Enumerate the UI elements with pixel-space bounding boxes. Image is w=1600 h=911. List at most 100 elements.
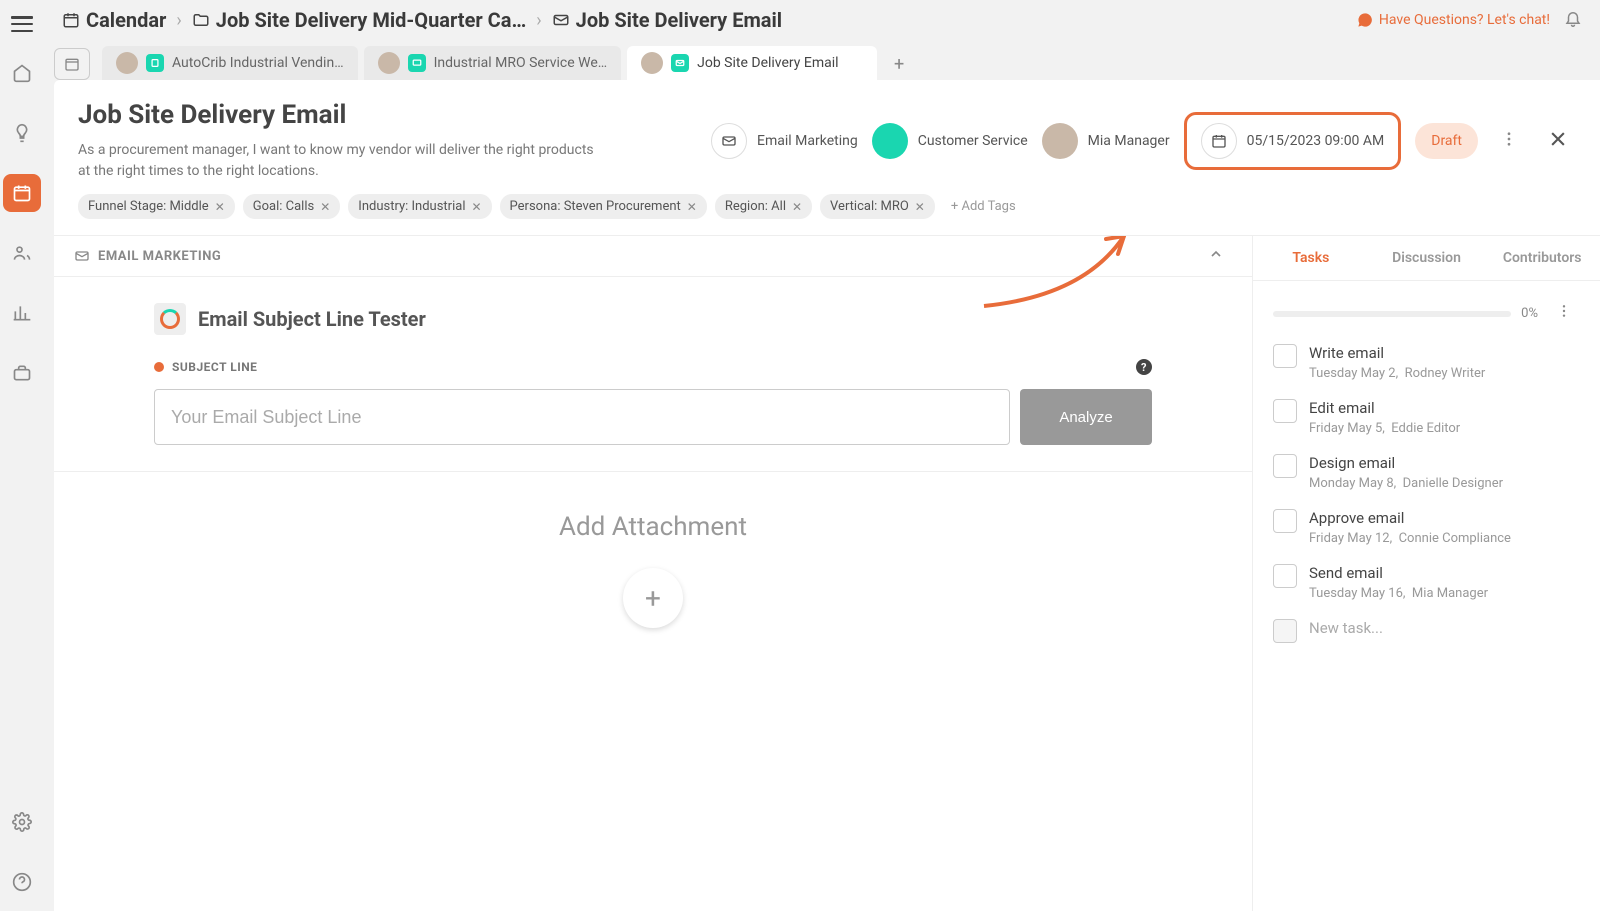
task-item[interactable]: Edit emailFriday May 5, Eddie Editor	[1273, 399, 1580, 436]
chat-bubble-icon	[1357, 12, 1373, 28]
content-type-chip[interactable]: Email Marketing	[711, 123, 858, 159]
tab-contributors[interactable]: Contributors	[1484, 236, 1600, 280]
doc-badge-icon	[146, 54, 164, 72]
calendar-icon	[62, 11, 80, 29]
add-attachment-button[interactable]: +	[623, 568, 683, 628]
analytics-icon[interactable]	[3, 294, 41, 332]
calendar-nav-icon[interactable]	[3, 174, 41, 212]
avatar	[378, 52, 400, 74]
tab-tasks[interactable]: Tasks	[1253, 236, 1369, 280]
tag-label: Funnel Stage: Middle	[88, 199, 209, 214]
task-name: Edit email	[1309, 399, 1460, 417]
task-item[interactable]: Approve emailFriday May 12, Connie Compl…	[1273, 509, 1580, 546]
status-badge[interactable]: Draft	[1415, 123, 1478, 159]
task-item[interactable]: Write email Tuesday May 2, Rodney Writer	[1273, 344, 1580, 381]
breadcrumb-root-label: Calendar	[86, 8, 166, 32]
tab-discussion[interactable]: Discussion	[1369, 236, 1485, 280]
more-menu-icon[interactable]	[1492, 122, 1526, 160]
hamburger-menu-icon[interactable]	[11, 16, 33, 32]
task-name: Design email	[1309, 454, 1503, 472]
breadcrumb-folder[interactable]: Job Site Delivery Mid-Quarter Ca…	[192, 8, 526, 32]
tag-remove-icon[interactable]: ✕	[915, 200, 925, 214]
tag-label: Goal: Calls	[253, 199, 314, 214]
section-name: EMAIL MARKETING	[98, 249, 221, 264]
tab-label: Industrial MRO Service We…	[434, 55, 608, 71]
chat-cta[interactable]: Have Questions? Let's chat!	[1357, 12, 1550, 28]
task-meta: Tuesday May 2, Rodney Writer	[1309, 366, 1485, 381]
new-task-placeholder: New task...	[1309, 619, 1383, 637]
tag-label: Industry: Industrial	[358, 199, 465, 214]
help-icon[interactable]	[3, 863, 41, 901]
category-label: Customer Service	[918, 133, 1028, 149]
tags-row: Funnel Stage: Middle ✕Goal: Calls ✕Indus…	[78, 194, 1576, 219]
tab-jobsite[interactable]: Job Site Delivery Email	[627, 46, 877, 80]
tag[interactable]: Funnel Stage: Middle ✕	[78, 194, 235, 219]
task-checkbox[interactable]	[1273, 344, 1297, 368]
task-checkbox[interactable]	[1273, 454, 1297, 478]
schedule-date-button[interactable]: 05/15/2023 09:00 AM	[1184, 112, 1402, 170]
task-item[interactable]: Design emailMonday May 8, Danielle Desig…	[1273, 454, 1580, 491]
avatar	[641, 52, 663, 74]
section-header[interactable]: EMAIL MARKETING	[54, 236, 1252, 277]
attachment-title: Add Attachment	[559, 512, 747, 542]
task-checkbox[interactable]	[1273, 509, 1297, 533]
task-name: Approve email	[1309, 509, 1511, 527]
breadcrumb-current: Job Site Delivery Email	[552, 8, 782, 32]
page-description: As a procurement manager, I want to know…	[78, 140, 598, 182]
breadcrumb-current-label: Job Site Delivery Email	[576, 8, 782, 32]
task-item[interactable]: Send emailTuesday May 16, Mia Manager	[1273, 564, 1580, 601]
avatar	[1042, 123, 1078, 159]
help-tooltip-icon[interactable]: ?	[1136, 359, 1152, 375]
mail-badge-icon	[671, 54, 689, 72]
close-icon[interactable]	[1540, 121, 1576, 162]
calendar-button[interactable]	[54, 48, 90, 80]
tab-autocrib[interactable]: AutoCrib Industrial Vendin…	[102, 46, 358, 80]
breadcrumb-root[interactable]: Calendar	[62, 8, 166, 32]
tag-remove-icon[interactable]: ✕	[687, 200, 697, 214]
color-swatch	[872, 123, 908, 159]
add-tab-button[interactable]: +	[883, 48, 915, 80]
category-chip[interactable]: Customer Service	[872, 123, 1028, 159]
tag-remove-icon[interactable]: ✕	[215, 200, 225, 214]
breadcrumb-folder-label: Job Site Delivery Mid-Quarter Ca…	[216, 8, 526, 32]
mail-icon	[721, 133, 737, 149]
new-task-input[interactable]: New task...	[1273, 619, 1580, 643]
task-checkbox[interactable]	[1273, 564, 1297, 588]
mail-icon	[74, 248, 90, 264]
mail-icon	[552, 11, 570, 29]
progress-bar	[1273, 311, 1511, 317]
tag[interactable]: Vertical: MRO ✕	[820, 194, 935, 219]
tab-label: Job Site Delivery Email	[697, 55, 838, 71]
tag[interactable]: Industry: Industrial ✕	[348, 194, 491, 219]
subject-line-label: SUBJECT LINE	[172, 360, 257, 374]
task-checkbox[interactable]	[1273, 399, 1297, 423]
subject-line-input[interactable]	[154, 389, 1010, 445]
tab-mro[interactable]: Industrial MRO Service We…	[364, 46, 622, 80]
progress-percent: 0%	[1521, 306, 1538, 321]
chevron-right-icon: ›	[176, 10, 181, 31]
analyze-button[interactable]: Analyze	[1020, 389, 1152, 445]
owner-label: Mia Manager	[1088, 133, 1170, 149]
tag[interactable]: Goal: Calls ✕	[243, 194, 341, 219]
notifications-icon[interactable]	[1564, 9, 1582, 31]
chat-cta-label: Have Questions? Let's chat!	[1379, 12, 1550, 28]
people-icon[interactable]	[3, 234, 41, 272]
tag-label: Region: All	[725, 199, 786, 214]
tag-label: Persona: Steven Procurement	[510, 199, 681, 214]
tag-remove-icon[interactable]: ✕	[471, 200, 481, 214]
add-tags-button[interactable]: + Add Tags	[943, 195, 1024, 218]
briefcase-icon[interactable]	[3, 354, 41, 392]
task-meta: Tuesday May 16, Mia Manager	[1309, 586, 1488, 601]
tag[interactable]: Persona: Steven Procurement ✕	[500, 194, 707, 219]
tag-remove-icon[interactable]: ✕	[792, 200, 802, 214]
owner-chip[interactable]: Mia Manager	[1042, 123, 1170, 159]
task-name: Write email	[1309, 344, 1485, 362]
tag-remove-icon[interactable]: ✕	[320, 200, 330, 214]
tasks-more-icon[interactable]	[1548, 295, 1580, 332]
lightbulb-icon[interactable]	[3, 114, 41, 152]
settings-icon[interactable]	[3, 803, 41, 841]
home-icon[interactable]	[3, 54, 41, 92]
calendar-icon	[1211, 133, 1227, 149]
tag[interactable]: Region: All ✕	[715, 194, 812, 219]
chevron-up-icon[interactable]	[1208, 246, 1232, 266]
